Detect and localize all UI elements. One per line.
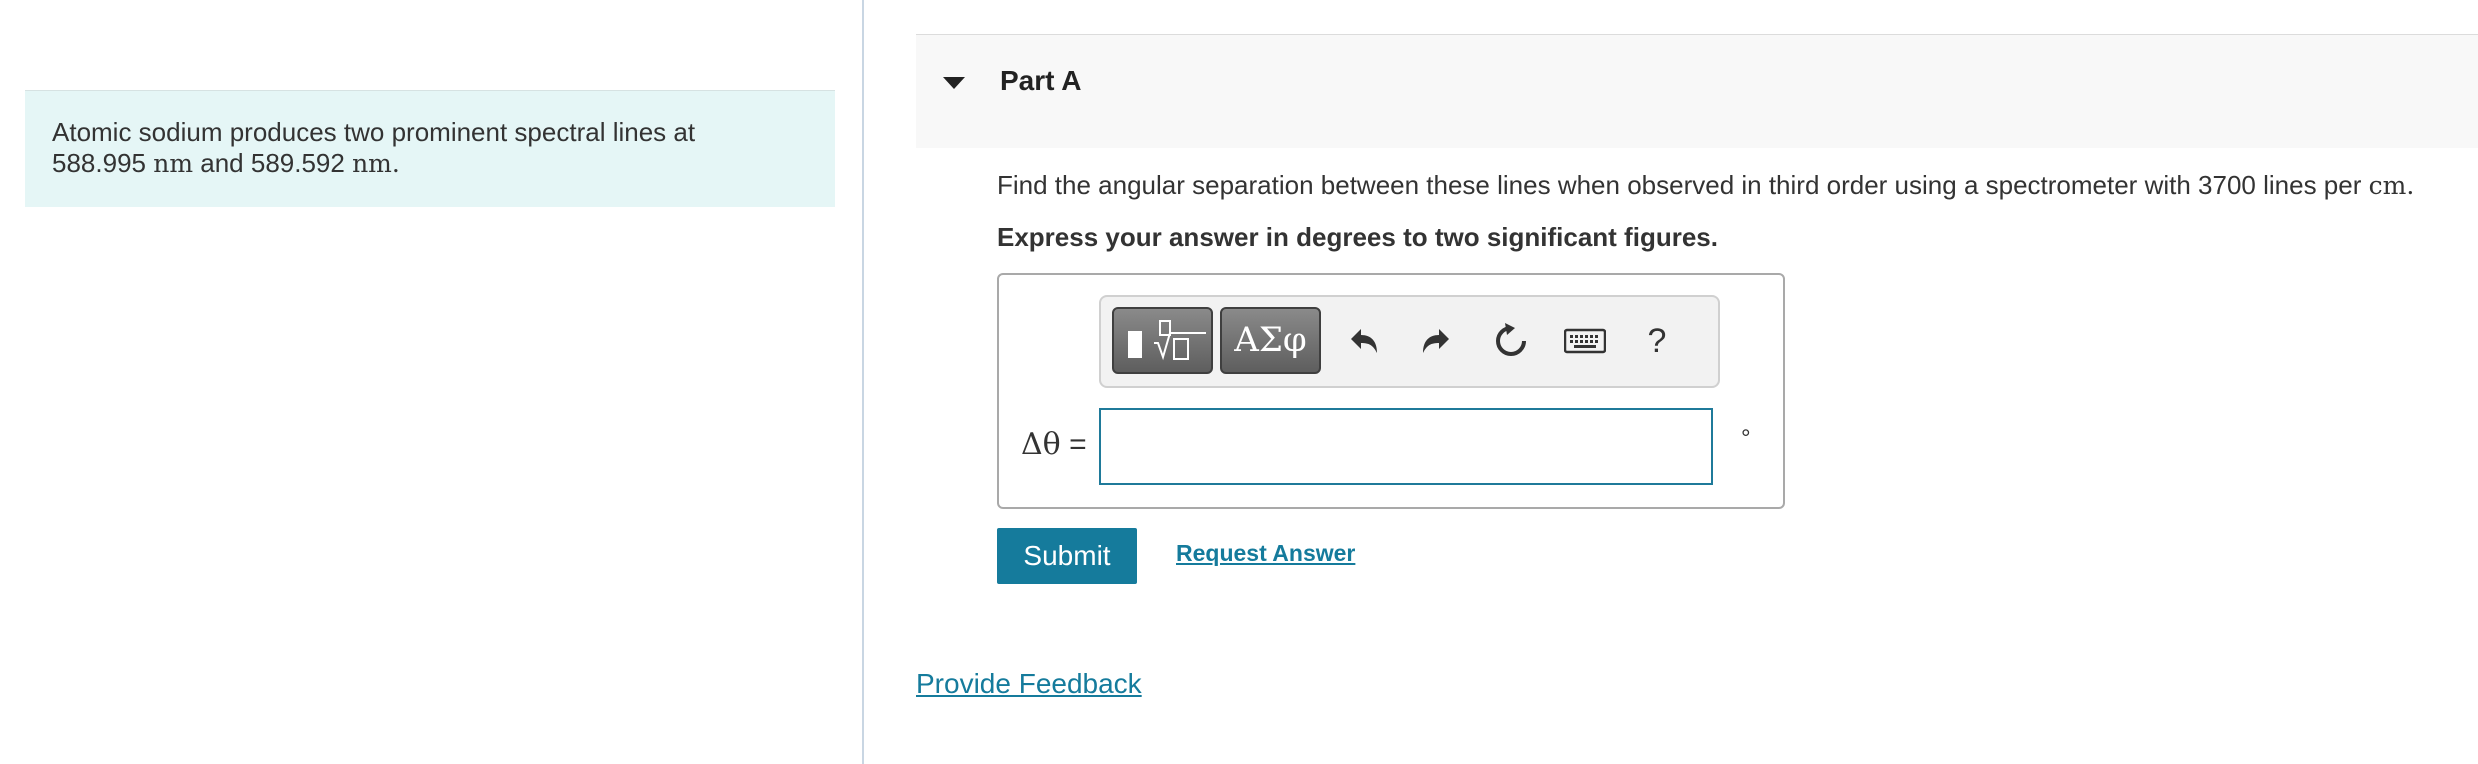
question-pane: Part A Find the angular separation betwe… xyxy=(916,0,2478,764)
intro-text: Atomic sodium produces two prominent spe… xyxy=(52,117,696,147)
line2-value: 589.592 xyxy=(250,148,345,178)
reset-icon xyxy=(1496,323,1526,356)
problem-intro-pane: Atomic sodium produces two prominent spe… xyxy=(0,0,862,764)
greek-letters-icon: ΑΣφ xyxy=(1234,320,1307,360)
math-toolbar: ΑΣφ ? xyxy=(1099,295,1720,388)
line1-unit: nm xyxy=(153,149,194,178)
redo-icon xyxy=(1423,329,1449,353)
problem-statement: Atomic sodium produces two prominent spe… xyxy=(25,90,835,207)
line1-value: 588.995 xyxy=(52,148,146,178)
templates-button[interactable] xyxy=(1112,307,1213,374)
templates-icon xyxy=(1128,320,1206,361)
redo-button[interactable] xyxy=(1413,317,1461,365)
undo-button[interactable] xyxy=(1339,317,1387,365)
keyboard-button[interactable] xyxy=(1561,317,1609,365)
answer-input[interactable] xyxy=(1099,408,1713,485)
line2-unit: nm xyxy=(352,149,392,178)
submit-button[interactable]: Submit xyxy=(997,528,1137,584)
request-answer-link[interactable]: Request Answer xyxy=(1176,540,1355,567)
undo-icon xyxy=(1351,329,1377,353)
and-text: and xyxy=(193,148,251,178)
answer-symbol: Δθ xyxy=(1021,427,1061,462)
answer-label: Δθ = xyxy=(1021,427,1087,462)
intro-end: . xyxy=(391,149,400,178)
question-end: . xyxy=(2406,171,2415,200)
question-prefix: Find the angular separation between thes… xyxy=(997,170,2369,200)
degree-unit: ° xyxy=(1741,425,1751,452)
help-icon: ? xyxy=(1647,321,1667,360)
reset-button[interactable] xyxy=(1487,317,1535,365)
collapse-caret-icon[interactable] xyxy=(943,77,965,89)
part-title: Part A xyxy=(1000,65,1082,96)
help-button[interactable]: ? xyxy=(1633,317,1681,365)
part-header[interactable]: Part A xyxy=(916,34,2478,148)
answer-entry-box: ΑΣφ ? Δθ = ° xyxy=(997,273,1785,509)
question-text: Find the angular separation between thes… xyxy=(997,170,2414,201)
answer-equals: = xyxy=(1060,428,1087,461)
provide-feedback-link[interactable]: Provide Feedback xyxy=(916,668,1142,700)
question-unit: cm xyxy=(2368,171,2407,200)
pane-divider xyxy=(862,0,864,764)
answer-instruction: Express your answer in degrees to two si… xyxy=(997,222,1718,252)
greek-letters-button[interactable]: ΑΣφ xyxy=(1220,307,1321,374)
keyboard-icon xyxy=(1564,328,1606,354)
